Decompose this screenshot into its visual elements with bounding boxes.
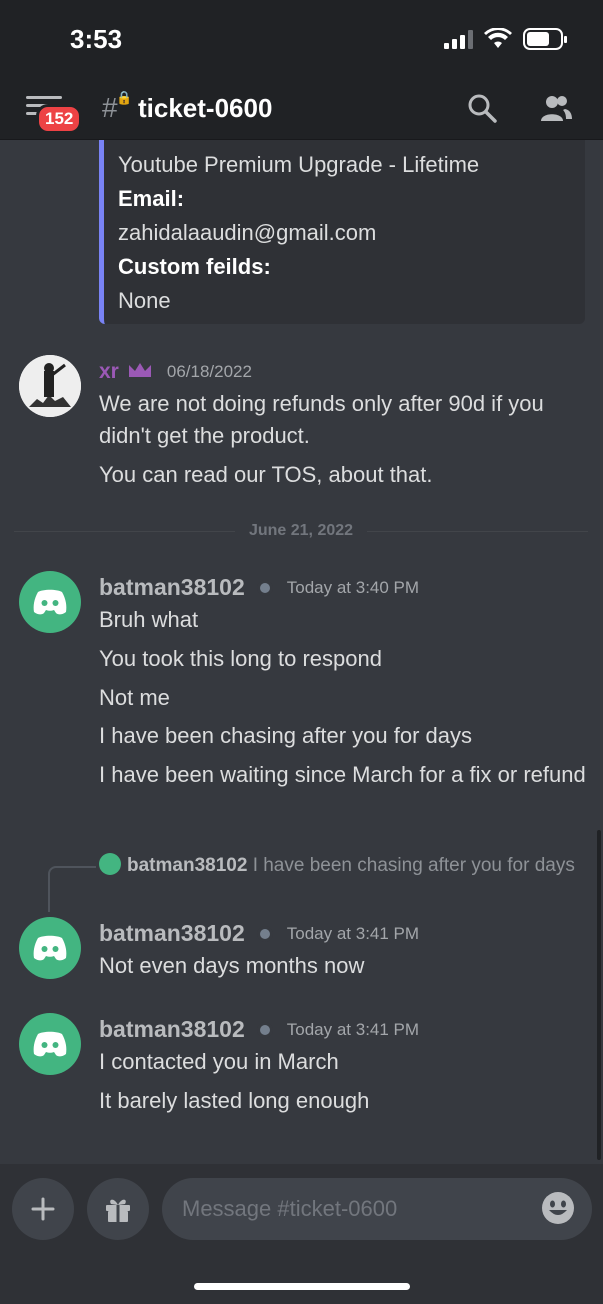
- date-divider: June 21, 2022: [14, 520, 589, 542]
- avatar[interactable]: [19, 917, 81, 979]
- message-timestamp: Today at 3:40 PM: [286, 577, 420, 597]
- author-name[interactable]: batman38102: [99, 574, 245, 601]
- avatar[interactable]: [19, 1013, 81, 1075]
- channel-title[interactable]: ticket-0600: [138, 93, 272, 124]
- embed-custom-fields-value: None: [118, 288, 171, 313]
- message-input[interactable]: [162, 1178, 592, 1240]
- reply-author: batman38102: [127, 855, 248, 876]
- author-name[interactable]: batman38102: [99, 920, 245, 947]
- message-line: It barely lasted long enough: [99, 1088, 370, 1113]
- discord-logo-icon: [33, 1031, 67, 1057]
- home-indicator[interactable]: [194, 1283, 410, 1290]
- gift-button[interactable]: [87, 1178, 149, 1240]
- search-icon[interactable]: [464, 90, 500, 126]
- avatar[interactable]: [19, 571, 81, 633]
- reply-connector: [48, 866, 96, 912]
- reply-avatar-icon: [99, 853, 121, 875]
- embed-email-label: Email:: [118, 186, 185, 211]
- gift-icon: [106, 1199, 130, 1222]
- date-divider-label: June 21, 2022: [248, 522, 354, 539]
- message-line: I have been waiting since March for a fi…: [99, 762, 586, 787]
- message-header: xr 06/18/2022: [99, 360, 252, 384]
- message-scrollbar[interactable]: [597, 830, 601, 1160]
- message-line: I have been chasing after you for days: [99, 723, 473, 748]
- message-line: You can read our TOS, about that.: [99, 462, 433, 487]
- message-line: Bruh what: [99, 607, 199, 632]
- battery-icon: [523, 28, 567, 50]
- crown-icon: [127, 361, 153, 384]
- embed-custom-fields-label: Custom feilds:: [118, 254, 271, 279]
- embed-email-value: zahidalaaudin@gmail.com: [118, 220, 377, 245]
- author-name[interactable]: xr: [99, 360, 119, 384]
- offline-status-icon: [256, 925, 273, 942]
- message-line: I contacted you in March: [99, 1049, 339, 1074]
- message-line: Not even days months now: [99, 953, 365, 978]
- message-timestamp: Today at 3:41 PM: [286, 1019, 420, 1039]
- smiley-icon: [542, 1192, 574, 1224]
- clock: 3:53: [70, 24, 123, 54]
- discord-logo-icon: [33, 589, 67, 615]
- reply-text: I have been chasing after you for days: [252, 855, 575, 876]
- reply-preview[interactable]: batman38102 I have been chasing after yo…: [99, 852, 589, 880]
- system-icons: [444, 28, 567, 50]
- avatar[interactable]: [19, 355, 81, 417]
- wifi-icon: [484, 28, 512, 48]
- cellular-signal-icon: [444, 29, 473, 49]
- author-name[interactable]: batman38102: [99, 1016, 245, 1043]
- plus-icon: [31, 1197, 55, 1221]
- embed-product: Youtube Premium Upgrade - Lifetime: [118, 152, 480, 177]
- discord-logo-icon: [33, 935, 67, 961]
- message-line: We are not doing refunds only after 90d …: [99, 391, 544, 448]
- message-line: Not me: [99, 685, 170, 710]
- offline-status-icon: [256, 1021, 273, 1038]
- message-line: You took this long to respond: [99, 646, 382, 671]
- unread-badge: 152: [36, 104, 83, 134]
- emoji-button[interactable]: [540, 1190, 576, 1226]
- message-timestamp: Today at 3:41 PM: [286, 923, 420, 943]
- message-header: batman38102 Today at 3:40 PM: [99, 574, 419, 601]
- message-header: batman38102 Today at 3:41 PM: [99, 920, 419, 947]
- lock-icon: 🔒: [116, 90, 133, 105]
- message-timestamp: 06/18/2022: [166, 362, 252, 381]
- channel-header: 152 # 🔒 ticket-0600: [0, 80, 603, 140]
- order-embed: Youtube Premium Upgrade - Lifetime Email…: [99, 140, 585, 324]
- message-header: batman38102 Today at 3:41 PM: [99, 1016, 419, 1043]
- status-bar: 3:53: [0, 0, 603, 80]
- members-icon[interactable]: [538, 90, 574, 126]
- attach-button[interactable]: [12, 1178, 74, 1240]
- offline-status-icon: [256, 579, 273, 596]
